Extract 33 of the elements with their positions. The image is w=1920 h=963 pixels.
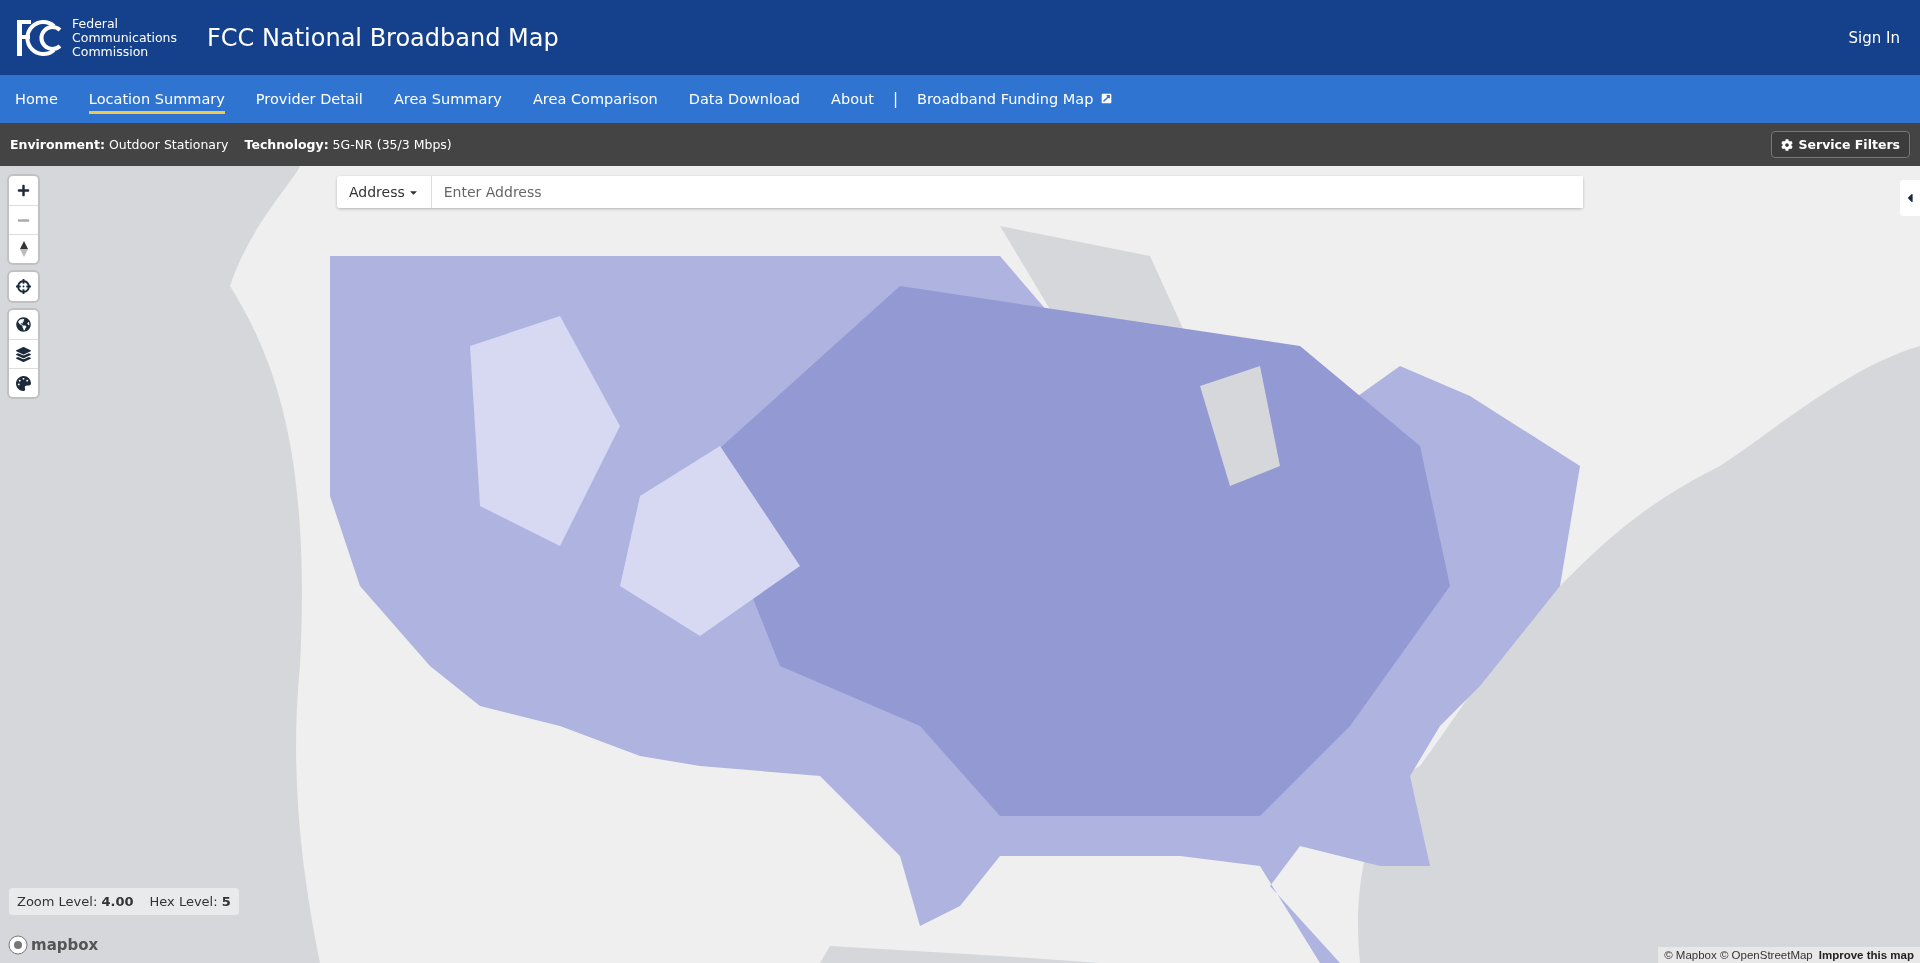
logo-icon [8, 935, 28, 955]
nav-tab[interactable]: Provider Detail [255, 84, 363, 114]
locate-icon [16, 279, 31, 294]
panel-toggle-button[interactable] [1900, 180, 1920, 216]
site-title: FCC National Broadband Map [207, 23, 560, 52]
zoom-info-text: Zoom Level: 4.00 [17, 894, 134, 909]
service-filters-button[interactable]: Service Filters [1770, 131, 1910, 158]
agency-name-line: Federal [72, 16, 120, 31]
nav-tab[interactable]: About [831, 84, 874, 114]
plus-icon [17, 184, 30, 197]
nav-tab[interactable]: Home [15, 84, 58, 114]
external-link-icon [1101, 93, 1113, 104]
agency-name-line: Communications [72, 30, 178, 45]
search-type-dropdown[interactable]: Address [337, 176, 432, 208]
nav-link[interactable]: Broadband Funding Map [917, 84, 1113, 114]
zoom-info-text: Hex Level: 5 [149, 894, 231, 909]
map-attribution: © Mapbox © OpenStreetMap [1664, 949, 1813, 961]
layers-icon [16, 346, 31, 362]
agency-name-line: Commission [72, 44, 150, 59]
settings-icon [1780, 138, 1793, 151]
nav-tab[interactable]: Area Summary [393, 84, 502, 114]
improve-map-link[interactable]: Improve this map [1818, 949, 1914, 961]
filter-summary: Environment: Outdoor Stationary [10, 137, 229, 152]
nav-tab[interactable]: Location Summary [88, 84, 225, 114]
filter-summary: Technology: 5G-NR (35/3 Mbps) [244, 137, 452, 152]
palette-icon [16, 375, 31, 391]
nav-tab[interactable]: Area Comparison [532, 84, 658, 114]
globe-icon [16, 317, 31, 332]
mapbox-logo[interactable]: mapbox [8, 935, 99, 955]
sign-in-link[interactable]: Sign In [1848, 28, 1900, 47]
compass-icon [18, 240, 29, 258]
nav-separator: | [892, 90, 898, 108]
nav-tab[interactable]: Data Download [688, 84, 801, 114]
